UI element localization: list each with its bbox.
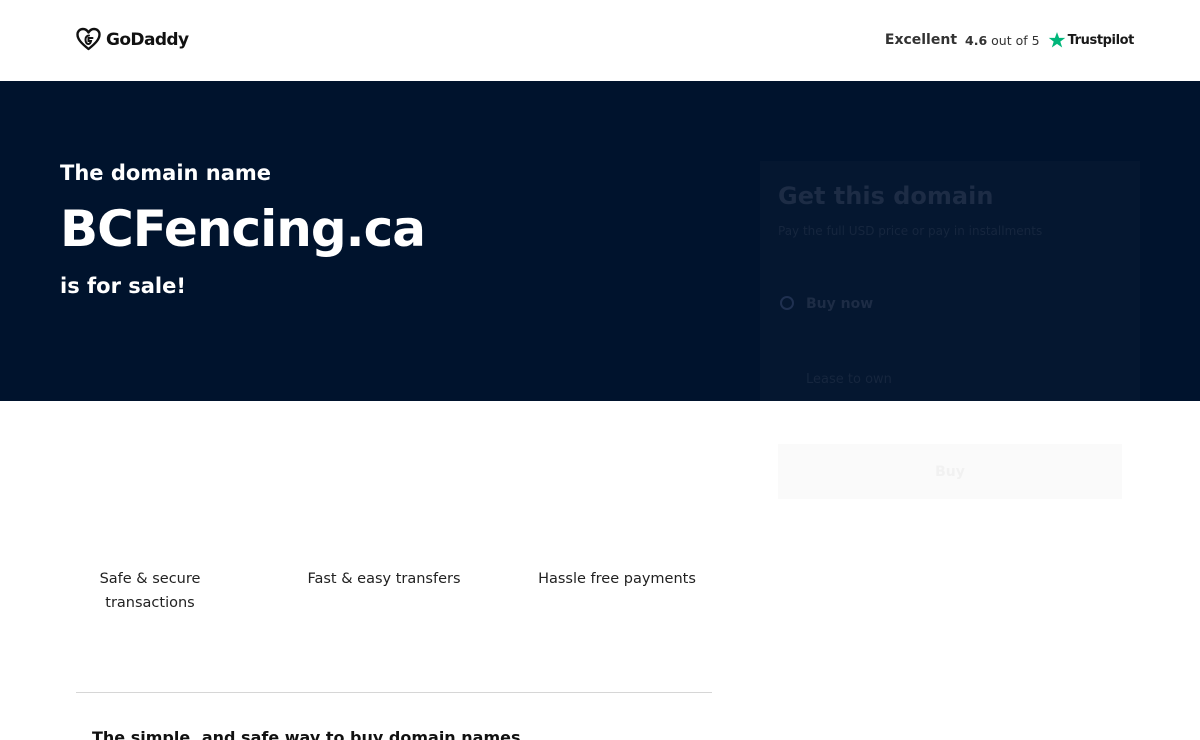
feature-safe-secure: Safe & secure transactions [50, 567, 250, 615]
offer-card-subtitle: Pay the full USD price or pay in install… [778, 224, 1043, 238]
logo-wordmark: GoDaddy [106, 29, 189, 50]
feature-label-line1: Fast & easy transfers [307, 571, 461, 587]
hero-post-text: is for sale! [60, 274, 186, 298]
godaddy-logo-icon [76, 27, 101, 51]
trustpilot-label: Trustpilot [1067, 32, 1135, 48]
buy-button-label: Buy [935, 464, 965, 480]
trustpilot-rating[interactable]: Excellent 4.6 out of 5 Trustpilot [884, 29, 1135, 51]
rating-scale: out of 5 [991, 32, 1040, 48]
buy-button[interactable]: Buy [778, 444, 1122, 499]
rating-score: 4.6 out of 5 [965, 33, 1040, 48]
godaddy-logo[interactable]: GoDaddy [75, 27, 189, 52]
buy-now-radio[interactable] [780, 296, 794, 310]
lease-option-label[interactable]: Lease to own [806, 372, 892, 387]
feature-hassle-free: Hassle free payments [517, 567, 717, 591]
feature-label-line2: transactions [105, 595, 195, 611]
trustpilot-star-icon [1048, 32, 1065, 48]
offer-card-title: Get this domain [778, 182, 994, 210]
rating-score-value: 4.6 [965, 32, 988, 48]
feature-label-line1: Hassle free payments [538, 571, 696, 587]
rating-word: Excellent [884, 32, 958, 48]
domain-name-heading: BCFencing.ca [60, 200, 426, 258]
section-divider [76, 692, 712, 693]
feature-label-line1: Safe & secure [99, 571, 201, 587]
site-header: GoDaddy Excellent 4.6 out of 5 Trustpilo… [0, 0, 1200, 81]
buy-now-option-label[interactable]: Buy now [806, 296, 873, 312]
feature-fast-transfers: Fast & easy transfers [284, 567, 484, 591]
section-heading: The simple, and safe way to buy domain n… [92, 728, 521, 740]
hero-pre-text: The domain name [60, 161, 272, 185]
